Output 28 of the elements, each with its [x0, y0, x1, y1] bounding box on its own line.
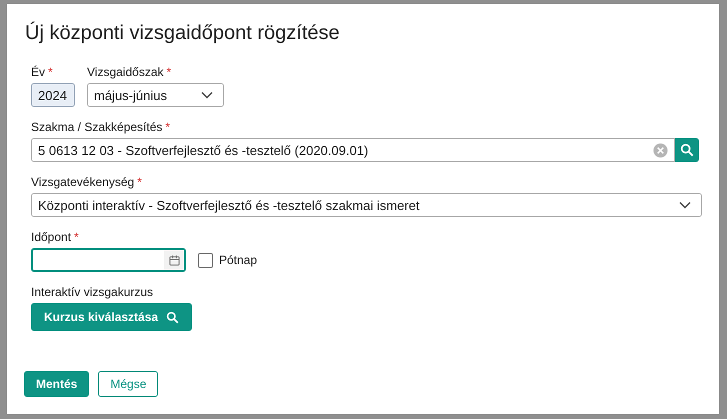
required-mark: * [165, 120, 170, 134]
search-icon [166, 310, 180, 324]
activity-dropdown[interactable]: Központi interaktív - Szoftverfejlesztő és -tesztelő szakmai ismeret [31, 193, 702, 217]
date-field[interactable] [31, 248, 186, 272]
search-button[interactable] [675, 138, 699, 162]
required-mark: * [166, 65, 172, 79]
field-label: Év [31, 65, 46, 79]
select-course-button[interactable]: Kurzus kiválasztása [31, 303, 192, 331]
chevron-down-icon [679, 201, 691, 209]
field-label: Időpont [31, 230, 72, 244]
calendar-icon [168, 254, 180, 266]
checkbox[interactable] [198, 252, 213, 268]
field-label: Vizsgatevékenység [31, 175, 134, 189]
period-dropdown[interactable]: május-június [87, 83, 224, 107]
qualification-field[interactable]: 5 0613 12 03 - Szoftverfejlesztő és -tesztelő (2020.09.01) [31, 138, 675, 162]
field-label: Interaktív vizsgakurzus [31, 285, 154, 299]
dialog-button[interactable]: Mentés [24, 371, 90, 397]
checkbox-label: Pótnap [219, 253, 258, 267]
dialog-button[interactable]: Mégse [98, 371, 158, 397]
field-label: Vizsgaidőszak [87, 65, 164, 79]
chevron-down-icon [201, 91, 213, 99]
clear-icon[interactable] [653, 142, 668, 158]
search-icon [680, 143, 694, 157]
field-label: Szakma / Szakképesítés [31, 120, 162, 134]
required-mark: * [74, 230, 79, 244]
dialog-title: Új központi vizsgaidőpont rögzítése [25, 22, 341, 45]
required-mark: * [48, 65, 53, 79]
required-mark: * [137, 175, 142, 189]
